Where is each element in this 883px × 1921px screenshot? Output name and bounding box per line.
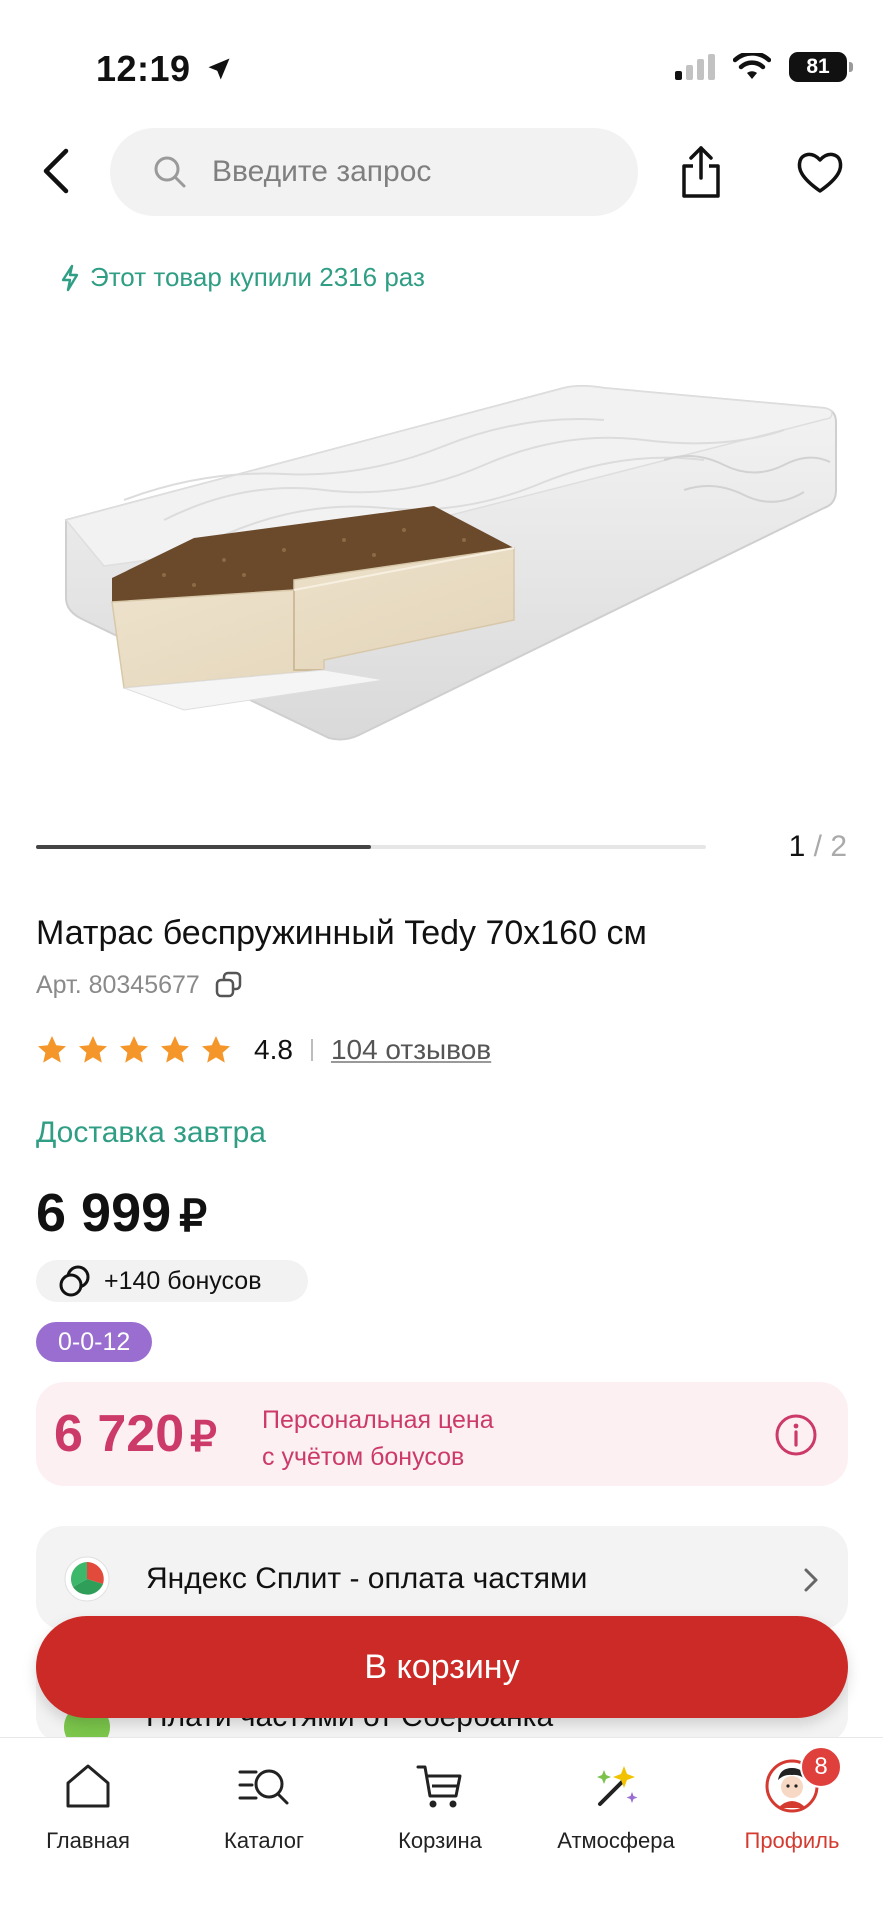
tab-cart[interactable]: Корзина (352, 1758, 528, 1854)
personal-price-value: 6 720 (54, 1405, 185, 1463)
notification-badge: 8 (800, 1746, 842, 1788)
purchase-count-note: Этот товар купили 2316 раз (60, 262, 425, 293)
rating-row: 4.8 104 отзывов (36, 1034, 491, 1066)
personal-price-card[interactable]: 6 720 ₽ Персональная цена с учётом бонусо… (36, 1382, 848, 1486)
product-image[interactable] (44, 370, 844, 750)
gallery-progress-fill (36, 845, 371, 849)
copy-icon[interactable] (214, 970, 244, 1000)
delivery-info: Доставка завтра (36, 1116, 266, 1149)
article-number: Арт. 80345677 (36, 970, 244, 1000)
gallery-progress (36, 845, 706, 849)
bonus-text: +140 бонусов (104, 1266, 262, 1295)
bonus-badge: +140 бонусов (36, 1260, 308, 1302)
article-text: Арт. 80345677 (36, 970, 200, 999)
yandex-split-option[interactable]: Яндекс Сплит - оплата частями (36, 1526, 848, 1630)
chevron-left-icon (43, 148, 69, 194)
catalog-search-icon (238, 1769, 289, 1805)
price: 6 999 ₽ (36, 1182, 207, 1244)
gallery-current: 1 (788, 830, 806, 863)
star-icon (202, 1036, 230, 1063)
back-button[interactable] (36, 146, 80, 196)
tab-atmosphere[interactable]: Атмосфера (528, 1758, 704, 1854)
personal-price-currency: ₽ (190, 1413, 217, 1460)
personal-price-line2: с учётом бонусов (262, 1443, 465, 1471)
tab-home-label: Главная (46, 1828, 130, 1853)
reviews-link[interactable]: 104 отзывов (331, 1034, 491, 1066)
price-value: 6 999 (36, 1183, 172, 1243)
yandex-split-logo (64, 1556, 110, 1602)
home-icon (66, 1764, 110, 1808)
heart-icon (797, 152, 843, 193)
favorite-button[interactable] (796, 150, 844, 194)
star-icon (38, 1036, 66, 1063)
tab-catalog[interactable]: Каталог (176, 1758, 352, 1854)
tab-profile-label: Профиль (744, 1828, 840, 1853)
star-icon (79, 1036, 107, 1063)
search-placeholder: Введите запрос (212, 155, 432, 188)
installment-badge: 0-0-12 (36, 1322, 153, 1362)
yandex-split-label: Яндекс Сплит - оплата частями (146, 1562, 588, 1595)
status-indicators: 81 (675, 52, 853, 82)
tab-cart-label: Корзина (398, 1828, 482, 1853)
product-title: Матрас беспружинный Tedy 70x160 см (36, 914, 647, 952)
lightning-icon (61, 264, 79, 291)
cart-icon (416, 1765, 462, 1808)
gallery-counter: 1 / 2 (789, 830, 847, 864)
personal-price-line1: Персональная цена (262, 1406, 494, 1434)
star-icon (120, 1036, 148, 1063)
star-icon (161, 1036, 189, 1063)
tab-catalog-label: Каталог (224, 1828, 304, 1853)
search-input[interactable]: Введите запрос (110, 128, 638, 216)
status-time: 12:19 (96, 48, 233, 90)
rating-divider (310, 1039, 313, 1061)
price-currency: ₽ (179, 1192, 208, 1241)
bonus-coins-icon (59, 1265, 90, 1297)
time-text: 12:19 (96, 48, 191, 89)
cellular-signal-icon (675, 54, 715, 80)
mattress-image (64, 385, 837, 741)
gallery-separator: / (813, 830, 822, 863)
battery-indicator: 81 (789, 52, 853, 82)
search-icon (154, 156, 186, 188)
share-icon (682, 146, 720, 198)
location-arrow-icon (208, 58, 230, 80)
star-rating (36, 1034, 232, 1066)
magic-wand-icon (597, 1766, 638, 1806)
personal-price-caption: Персональная цена с учётом бонусов (262, 1402, 494, 1476)
chevron-right-icon (804, 1568, 818, 1592)
info-icon[interactable] (774, 1413, 818, 1457)
tab-profile[interactable]: 8 Профиль (704, 1746, 880, 1854)
add-to-cart-button[interactable]: В корзину (36, 1616, 848, 1718)
rating-value: 4.8 (254, 1034, 293, 1065)
purchase-count-text: Этот товар купили 2316 раз (90, 262, 425, 292)
personal-price: 6 720 ₽ (54, 1404, 217, 1464)
share-button[interactable] (676, 144, 726, 200)
gallery-total: 2 (830, 830, 847, 863)
tab-atmosphere-label: Атмосфера (557, 1828, 675, 1853)
battery-level: 81 (806, 55, 830, 78)
bottom-tab-bar: Главная Каталог Корзина Атмосфера 8 Проф… (0, 1737, 883, 1921)
tab-home[interactable]: Главная (0, 1758, 176, 1854)
wifi-icon (733, 53, 771, 79)
